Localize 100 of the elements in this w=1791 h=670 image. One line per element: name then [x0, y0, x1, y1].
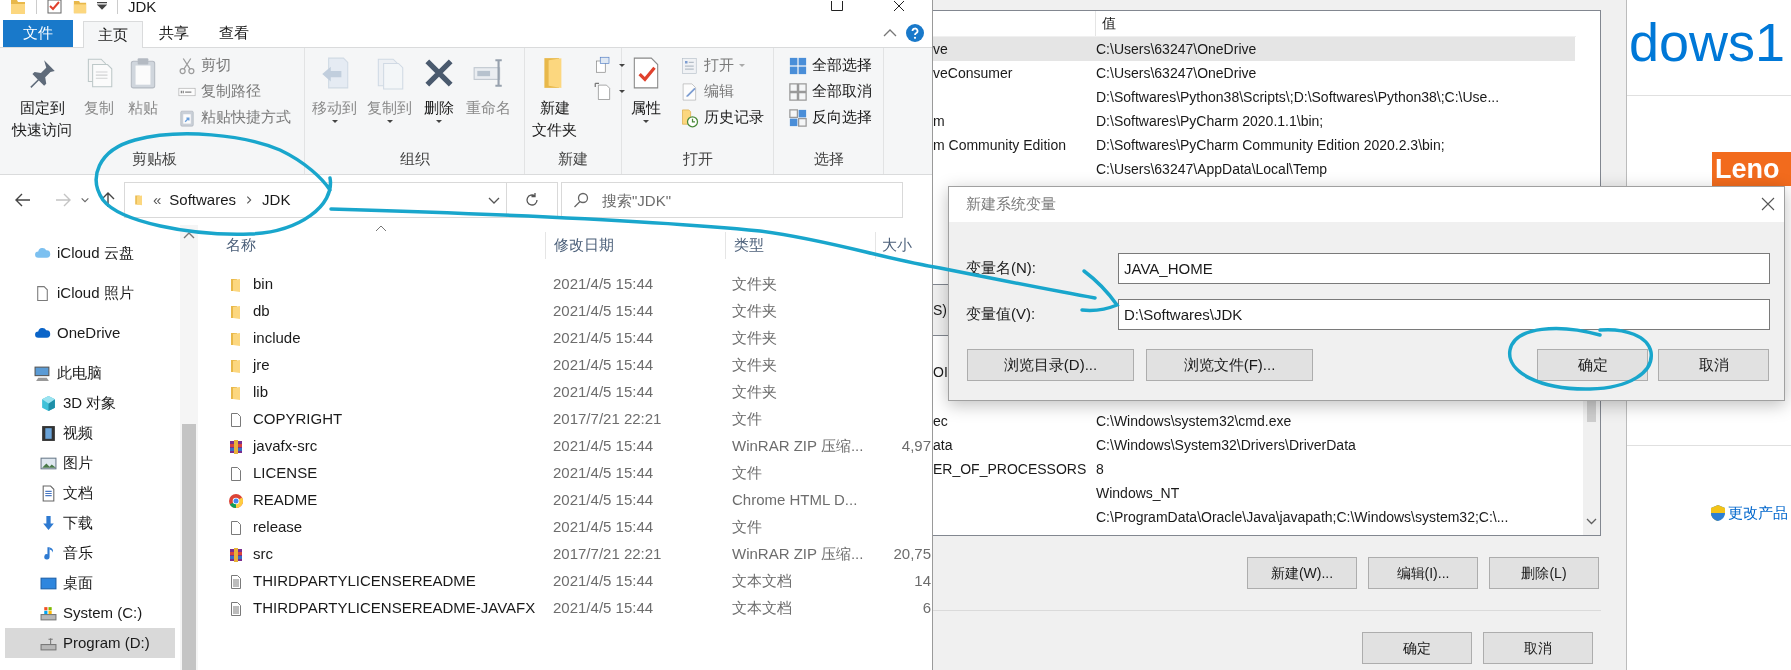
ribbon-button[interactable]: 固定到 快速访问 [9, 53, 75, 141]
column-header[interactable]: 修改日期 [545, 232, 725, 259]
dialog-button[interactable]: 确定 [1362, 632, 1472, 664]
change-key-link[interactable]: 更改产品 [1728, 502, 1788, 525]
file-name[interactable]: release [253, 516, 303, 539]
ribbon-tab[interactable]: 主页 [83, 21, 143, 48]
sidebar-item[interactable]: 桌面 [5, 568, 175, 598]
table-row[interactable]: m D:\Softwares\PyCharm 2020.1.1\bin; [933, 109, 1575, 133]
dialog-button[interactable]: 取消 [1658, 349, 1769, 381]
scroll-up-icon [183, 231, 195, 239]
table-row[interactable]: C:\ProgramData\Oracle\Java\javapath;C:\Windows\system32;C:\... [933, 505, 1575, 529]
sidebar-item[interactable]: 此电脑 [5, 358, 175, 388]
grid-icon [788, 81, 808, 102]
file-name[interactable]: bin [253, 273, 274, 296]
file-date: 2021/4/5 15:44 [552, 355, 655, 376]
variable-value: C:\Windows\system32\cmd.exe [1096, 411, 1292, 431]
dialog-button[interactable]: 确定 [1537, 349, 1648, 381]
table-row[interactable]: ve C:\Users\63247\OneDrive [933, 37, 1575, 61]
table-row[interactable]: ec C:\Windows\system32\cmd.exe [933, 409, 1575, 433]
column-header[interactable]: 类型 [725, 232, 875, 259]
brand-logo: Leno [1712, 152, 1791, 186]
group-label: 组织 [398, 149, 431, 169]
file-name[interactable]: db [253, 300, 270, 323]
ribbon-button[interactable]: 新建 文件夹 [529, 53, 580, 141]
ribbon-button[interactable]: 全部选择 [786, 53, 874, 78]
breadcrumb-item[interactable]: Softwares [169, 188, 237, 212]
file-date: 2021/4/5 15:44 [552, 571, 655, 592]
file-name[interactable]: README [253, 489, 318, 512]
scrollbar-thumb[interactable] [182, 424, 196, 670]
sidebar-item[interactable]: iCloud 云盘 [5, 238, 175, 268]
breadcrumb-item[interactable]: JDK [262, 188, 291, 212]
ribbon-button[interactable]: 删除 [419, 53, 459, 125]
column-header[interactable]: 值 [1096, 13, 1116, 34]
ribbon-button[interactable]: 属性 [626, 53, 666, 125]
ribbon-button[interactable]: 反向选择 [786, 105, 874, 130]
sidebar-item[interactable]: 3D 对象 [5, 388, 175, 418]
file-tab[interactable]: 文件 [3, 20, 73, 47]
file-name[interactable]: jre [253, 354, 270, 377]
file-name[interactable]: THIRDPARTYLICENSEREADME [253, 570, 476, 593]
file-date: 2021/4/5 15:44 [552, 517, 655, 538]
dialog-button[interactable]: 浏览文件(F)... [1146, 349, 1313, 381]
scroll-down-icon [1586, 518, 1597, 525]
file-type: 文本文档 [731, 598, 793, 619]
variable-name: m [933, 112, 945, 129]
table-row[interactable]: C:\Users\63247\AppData\Local\Temp [933, 157, 1575, 181]
file-name[interactable]: include [253, 327, 301, 350]
ribbon-button[interactable]: 历史记录 [678, 105, 766, 130]
dialog-button[interactable]: 删除(L) [1489, 557, 1599, 589]
dialog-button[interactable]: 新建(W)... [1247, 557, 1357, 589]
close-icon [893, 1, 905, 11]
file-name[interactable]: javafx-src [253, 435, 318, 458]
search-field[interactable]: 搜索"JDK" [561, 182, 903, 218]
close-button[interactable] [891, 0, 907, 12]
file-name[interactable]: LICENSE [253, 462, 318, 485]
table-row[interactable]: ER_OF_PROCESSORS 8 [933, 457, 1575, 481]
ribbon-tab[interactable]: 共享 [145, 20, 203, 47]
group-label: 新建 [557, 149, 589, 169]
input-field[interactable]: JAVA_HOME [1118, 253, 1770, 284]
table-row[interactable]: Windows_NT [933, 481, 1575, 505]
dialog-button[interactable]: 编辑(I)... [1368, 557, 1478, 589]
input-field[interactable]: D:\Softwares\JDK [1118, 299, 1770, 330]
sidebar-item[interactable]: 视频 [5, 418, 175, 448]
ribbon-button[interactable]: 全部取消 [786, 79, 874, 104]
grid-icon [788, 55, 808, 76]
file-name[interactable]: src [253, 543, 273, 566]
sidebar-item[interactable]: System (C:) [5, 598, 175, 628]
sidebar-item[interactable]: 下载 [5, 508, 175, 538]
file-type: Chrome HTML D... [731, 490, 859, 511]
group-label: 选择 [812, 149, 845, 169]
variable-name: ve [933, 40, 948, 57]
close-button[interactable] [1760, 196, 1776, 212]
table-row[interactable]: veConsumer C:\Users\63247\OneDrive [933, 61, 1575, 85]
column-header[interactable]: 大小 [875, 232, 927, 259]
table-row[interactable]: m Community Edition D:\Softwares\PyCharm Community Edition 2020.2.3\bin; [933, 133, 1575, 157]
open-icon [680, 55, 700, 76]
address-bar[interactable]: « Softwares JDK [124, 182, 507, 218]
sidebar-item[interactable]: 文档 [5, 478, 175, 508]
archive-icon [228, 546, 244, 563]
sidebar-item[interactable]: Program (D:) [5, 628, 175, 658]
table-row[interactable]: ata C:\Windows\System32\Drivers\DriverData [933, 433, 1575, 457]
dialog-button[interactable]: 浏览目录(D)... [967, 349, 1134, 381]
file-name[interactable]: lib [253, 381, 268, 404]
file-name[interactable]: THIRDPARTYLICENSEREADME-JAVAFX [253, 597, 536, 620]
group-label: 剪贴板 [131, 149, 178, 169]
ribbon-tab[interactable]: 查看 [205, 20, 263, 47]
refresh-button[interactable] [507, 182, 558, 218]
sidebar-item[interactable]: 音乐 [5, 538, 175, 568]
maximize-button[interactable] [829, 0, 845, 12]
file-date: 2021/4/5 15:44 [552, 463, 655, 484]
sidebar-item[interactable]: 图片 [5, 448, 175, 478]
dialog-button[interactable]: 取消 [1483, 632, 1593, 664]
sidebar-item[interactable]: OneDrive [5, 318, 175, 348]
column-header[interactable]: 名称 [198, 232, 545, 259]
file-type: 文件 [731, 517, 763, 538]
file-date: 2021/4/5 15:44 [552, 274, 655, 295]
file-name[interactable]: COPYRIGHT [253, 408, 343, 431]
sidebar-item[interactable]: iCloud 照片 [5, 278, 175, 308]
cube-icon [40, 394, 57, 412]
table-row[interactable]: D:\Softwares\Python38\Scripts\;D:\Softwares\Python38\;C:\Use... [933, 85, 1575, 109]
overflow-chevron[interactable]: « [153, 188, 162, 212]
